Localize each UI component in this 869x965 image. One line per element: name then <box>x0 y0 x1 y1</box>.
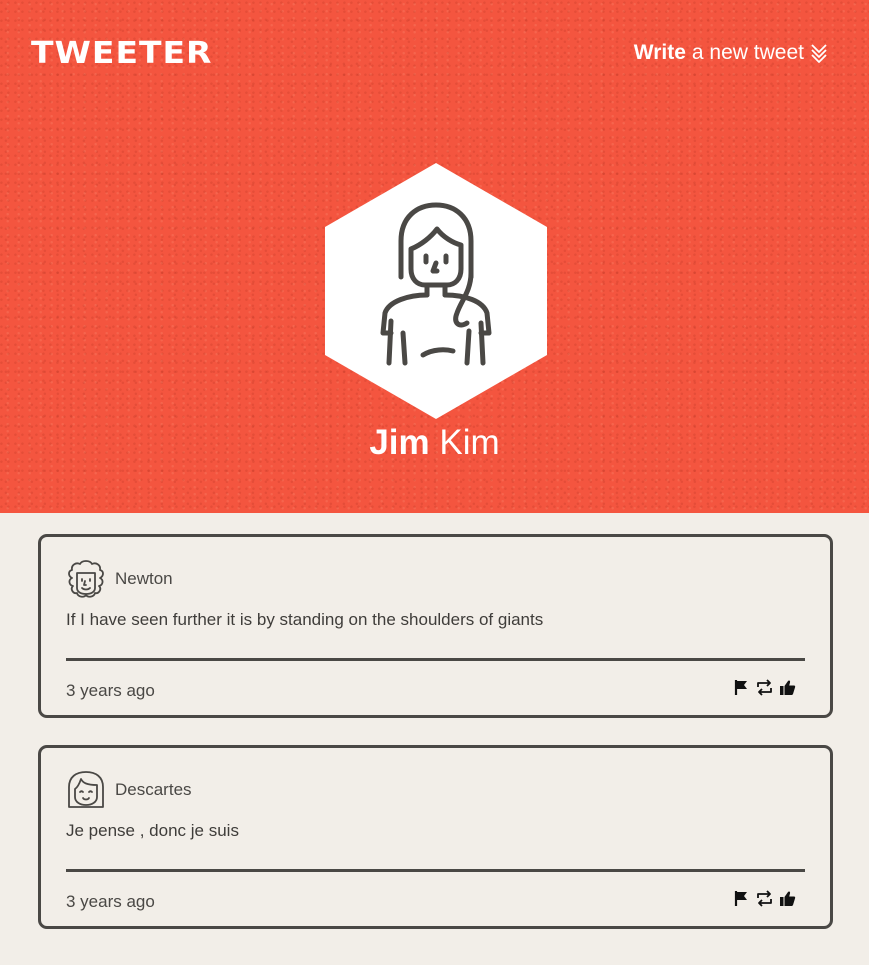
last-name: Kim <box>439 423 500 462</box>
retweet-icon[interactable] <box>756 890 773 907</box>
tweet-author[interactable]: Descartes <box>115 780 192 800</box>
profile-name: Jim Kim <box>0 422 869 464</box>
tweet-actions <box>733 890 796 907</box>
app-logo[interactable]: TWEETER <box>31 35 212 72</box>
like-icon[interactable] <box>779 679 796 696</box>
profile-avatar <box>325 163 547 419</box>
tweet-divider <box>66 658 805 661</box>
tweet-card: Newton If I have seen further it is by s… <box>38 534 833 718</box>
tweet-actions <box>733 679 796 696</box>
like-icon[interactable] <box>779 890 796 907</box>
write-label: Write <box>633 41 686 64</box>
write-tweet-button[interactable]: Write a new tweet <box>634 38 828 68</box>
flag-icon[interactable] <box>733 679 750 696</box>
double-chevron-down-icon <box>811 44 827 63</box>
tweet-text: If I have seen further it is by standing… <box>66 610 544 629</box>
tweet-timestamp: 3 years ago <box>66 681 155 700</box>
newton-face-icon <box>68 560 104 598</box>
flag-icon[interactable] <box>733 890 750 907</box>
tweet-author[interactable]: Newton <box>115 569 173 589</box>
tweet-card: Descartes Je pense , donc je suis 3 year… <box>38 745 833 929</box>
retweet-icon[interactable] <box>756 679 773 696</box>
tweet-text: Je pense , donc je suis <box>66 821 239 840</box>
descartes-face-icon <box>68 771 104 808</box>
tweet-feed: Newton If I have seen further it is by s… <box>38 534 833 956</box>
tweet-timestamp: 3 years ago <box>66 892 155 911</box>
first-name: Jim <box>369 423 430 462</box>
tweet-header: Newton <box>66 558 173 600</box>
tweet-header: Descartes <box>66 769 192 811</box>
tweet-divider <box>66 869 805 872</box>
new-tweet-label: a new tweet <box>691 41 804 64</box>
profile-header: TWEETER Write a new tweet Jim Kim <box>0 0 869 513</box>
